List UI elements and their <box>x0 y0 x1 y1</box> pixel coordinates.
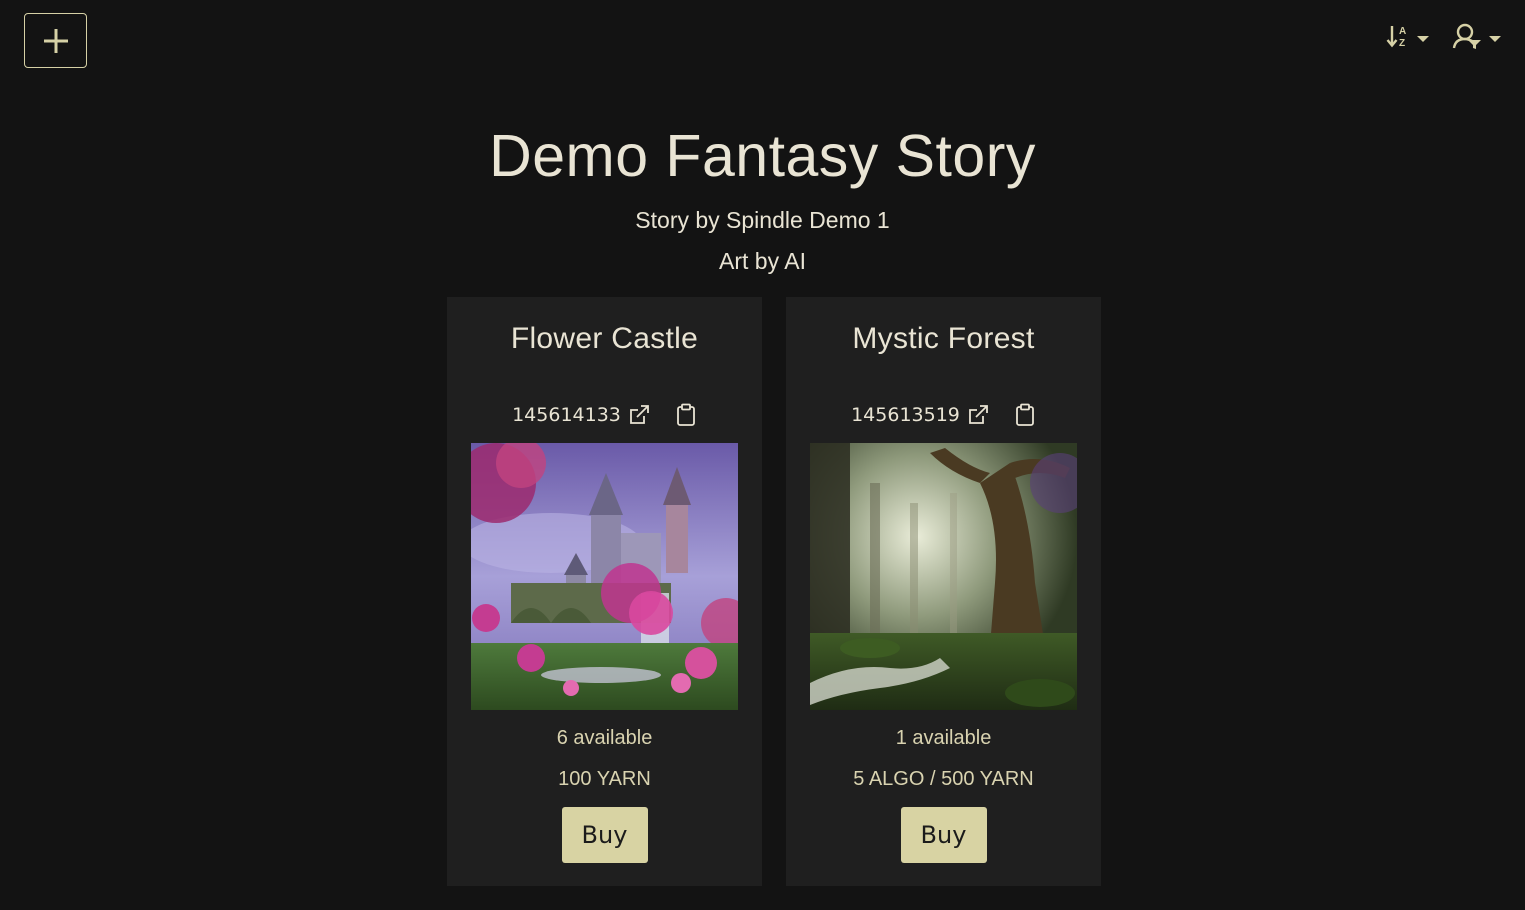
art-credit: Art by AI <box>719 248 806 274</box>
clipboard-icon[interactable] <box>1014 403 1036 427</box>
asset-id: 145613519 <box>851 404 960 426</box>
svg-text:Z: Z <box>1399 38 1405 49</box>
user-dropdown[interactable] <box>1451 22 1501 55</box>
availability-text: 6 available <box>556 727 653 749</box>
card-list: Flower Castle 145614133 6 available 100 … <box>447 297 1101 886</box>
user-search-icon <box>1451 22 1483 55</box>
price-text: 5 ALGO / 500 YARN <box>853 768 1034 790</box>
story-header: Demo Fantasy Story Story by Spindle Demo… <box>0 120 1525 275</box>
asset-id-row: 145614133 <box>512 401 697 429</box>
external-link-icon[interactable] <box>627 403 651 427</box>
card-image <box>471 443 738 710</box>
card-image <box>810 443 1077 710</box>
sort-alpha-icon: A Z <box>1385 23 1411 54</box>
buy-button[interactable]: Buy <box>561 807 648 863</box>
plus-icon <box>43 28 69 54</box>
sort-dropdown[interactable]: A Z <box>1385 22 1429 55</box>
chevron-down-icon <box>1417 35 1429 42</box>
svg-text:A: A <box>1399 26 1406 37</box>
price-text: 100 YARN <box>558 768 651 790</box>
asset-id: 145614133 <box>512 404 621 426</box>
asset-id-row: 145613519 <box>851 401 1036 429</box>
story-author: Story by Spindle Demo 1 <box>635 207 890 233</box>
chevron-down-icon <box>1489 35 1501 42</box>
clipboard-icon[interactable] <box>675 403 697 427</box>
external-link-icon[interactable] <box>966 403 990 427</box>
story-card: Flower Castle 145614133 6 available 100 … <box>447 297 762 886</box>
page: A Z Demo Fantasy Story Story by Spindle … <box>0 0 1525 910</box>
add-button[interactable] <box>24 13 87 68</box>
card-title: Flower Castle <box>510 322 699 355</box>
buy-button[interactable]: Buy <box>900 807 987 863</box>
story-card: Mystic Forest 145613519 1 available 5 AL… <box>786 297 1101 886</box>
page-title: Demo Fantasy Story <box>489 123 1036 189</box>
card-title: Mystic Forest <box>852 322 1035 355</box>
availability-text: 1 available <box>895 727 992 749</box>
top-right-controls: A Z <box>1385 22 1501 55</box>
